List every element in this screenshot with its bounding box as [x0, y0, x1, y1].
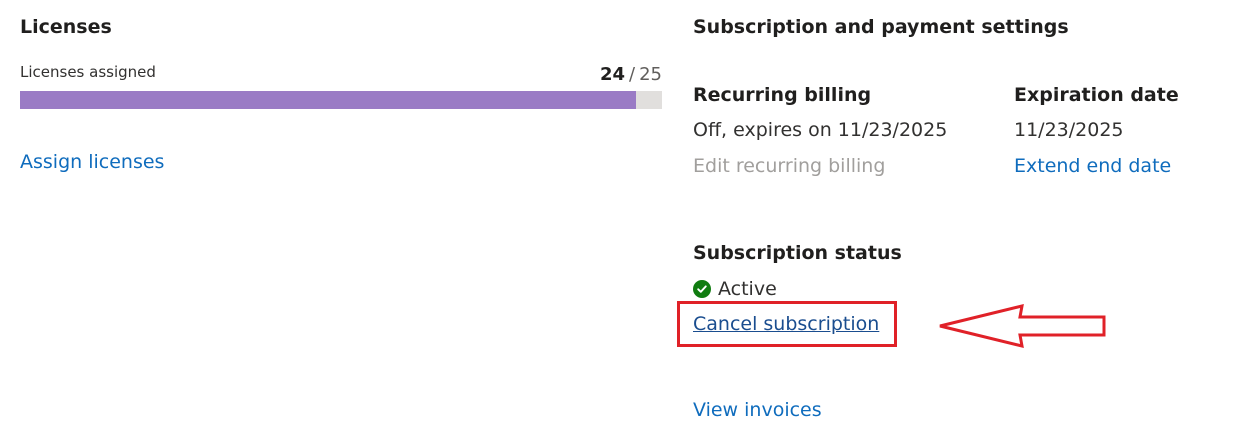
- check-circle-icon: [693, 280, 711, 298]
- expiration-date-heading: Expiration date: [1014, 84, 1179, 106]
- annotation-highlight-box: [677, 301, 897, 347]
- expiration-date-value: 11/23/2025: [1014, 119, 1124, 141]
- licenses-progress-bar: [20, 91, 662, 109]
- licenses-count: 24/25: [600, 64, 662, 85]
- extend-end-date-link[interactable]: Extend end date: [1014, 155, 1171, 177]
- recurring-billing-value: Off, expires on 11/23/2025: [693, 119, 948, 141]
- edit-recurring-billing-link[interactable]: Edit recurring billing: [693, 155, 885, 177]
- annotation-arrow-icon: [939, 304, 1106, 348]
- licenses-count-separator: /: [629, 64, 636, 85]
- recurring-billing-heading: Recurring billing: [693, 84, 872, 106]
- view-invoices-link[interactable]: View invoices: [693, 399, 822, 421]
- assign-licenses-link[interactable]: Assign licenses: [20, 151, 164, 173]
- licenses-assigned-count: 24: [599, 64, 626, 85]
- subscription-settings-title: Subscription and payment settings: [693, 16, 1069, 38]
- licenses-progress-fill: [20, 91, 637, 109]
- licenses-assigned-label: Licenses assigned: [20, 63, 156, 81]
- licenses-title: Licenses: [20, 16, 112, 38]
- subscription-status-row: Active: [693, 278, 777, 300]
- subscription-status-value: Active: [718, 278, 777, 300]
- subscription-status-heading: Subscription status: [693, 242, 902, 264]
- licenses-total-count: 25: [639, 64, 662, 85]
